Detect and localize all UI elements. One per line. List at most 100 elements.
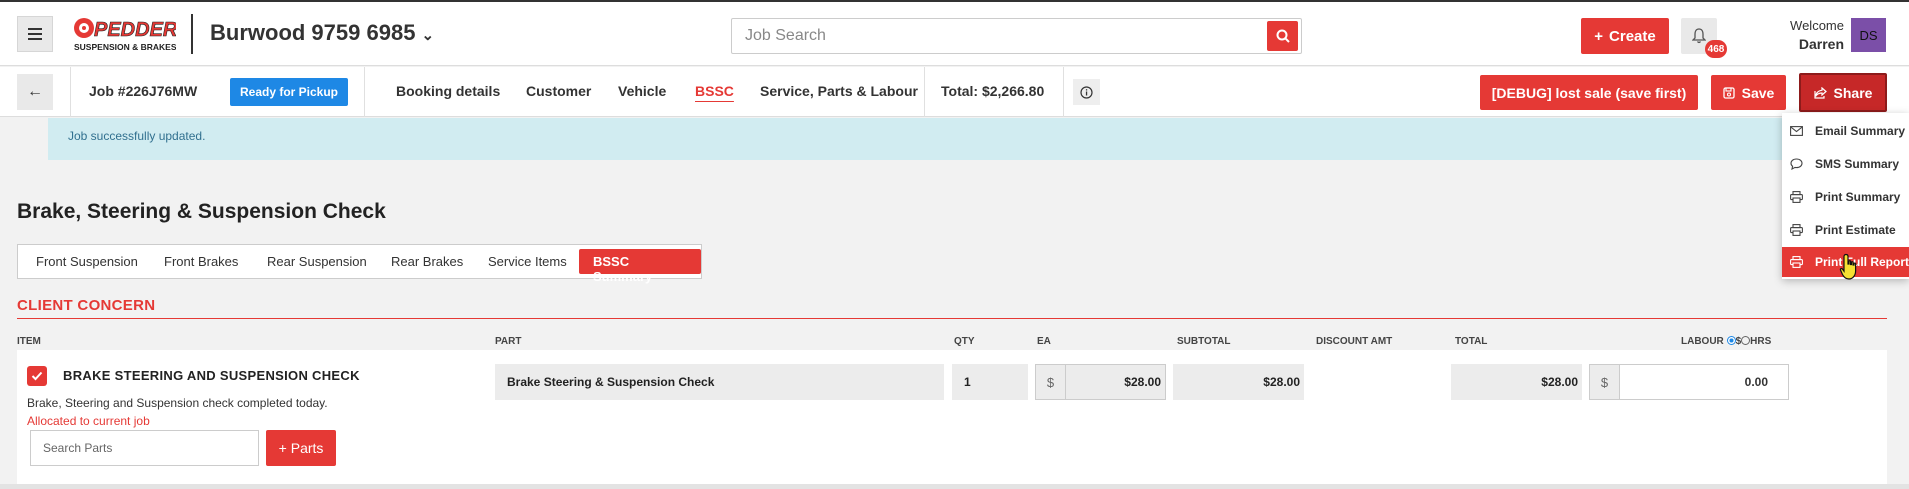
parts-label: Parts: [290, 440, 324, 456]
tab-vehicle[interactable]: Vehicle: [618, 83, 666, 99]
item-checkbox[interactable]: [27, 366, 47, 386]
page-title: Brake, Steering & Suspension Check: [17, 200, 386, 223]
debug-lost-sale-button[interactable]: [DEBUG] lost sale (save first): [1480, 75, 1698, 110]
subtotal-field: $28.00: [1173, 364, 1304, 400]
chat-bubble-icon: [1790, 158, 1803, 170]
bottom-strip: [0, 484, 1909, 489]
job-total: Total: $2,266.80: [941, 83, 1045, 99]
envelope-icon: [1790, 126, 1803, 136]
save-button[interactable]: Save: [1711, 75, 1786, 110]
col-qty: QTY: [954, 336, 975, 347]
printer-icon: [1790, 224, 1803, 236]
check-icon: [31, 371, 43, 381]
menu-icon[interactable]: [17, 16, 53, 52]
search-parts-input[interactable]: [31, 431, 258, 465]
arrow-left-icon: ←: [27, 83, 43, 100]
logo-divider: [191, 14, 193, 54]
create-label: Create: [1609, 27, 1656, 45]
labour-dollar-radio[interactable]: [1726, 336, 1736, 345]
part-field[interactable]: Brake Steering & Suspension Check: [495, 364, 944, 400]
save-icon: [1722, 86, 1735, 99]
col-labour: LABOUR $ HRS: [1681, 336, 1771, 347]
share-menu-print-summary[interactable]: Print Summary: [1782, 182, 1909, 212]
share-menu-label: Print Summary: [1815, 190, 1901, 204]
share-menu-label: SMS Summary: [1815, 157, 1900, 171]
plus-icon: +: [278, 440, 287, 456]
col-ea: EA: [1037, 336, 1051, 347]
hand-cursor-icon: [1839, 253, 1857, 280]
notification-badge: 468: [1705, 40, 1727, 58]
logo-line1: PEDDERS: [94, 19, 176, 41]
info-button[interactable]: [1073, 79, 1100, 105]
user-name: Darren: [1798, 36, 1844, 52]
create-button[interactable]: + Create: [1581, 18, 1669, 54]
share-menu-sms-summary[interactable]: SMS Summary: [1782, 149, 1909, 179]
printer-icon: [1790, 256, 1803, 268]
tab-customer[interactable]: Customer: [526, 83, 591, 99]
store-selector[interactable]: Burwood 9759 6985 ⌄: [210, 20, 434, 46]
share-menu-label: Print Full Report: [1815, 255, 1909, 269]
divider: [924, 67, 925, 117]
job-search-input[interactable]: [732, 19, 1262, 53]
job-bar: ← Job #226J76MW Ready for Pickup Booking…: [0, 67, 1909, 117]
save-label: Save: [1741, 84, 1775, 101]
ea-currency: $: [1035, 364, 1065, 400]
subtab-front-suspension[interactable]: Front Suspension: [36, 254, 138, 269]
avatar[interactable]: DS: [1851, 18, 1886, 52]
logo-line2: SUSPENSION & BRAKES: [74, 42, 176, 52]
col-item: ITEM: [17, 336, 41, 347]
col-part: PART: [495, 336, 522, 347]
welcome-text: Welcome: [1790, 18, 1844, 33]
item-name: BRAKE STEERING AND SUSPENSION CHECK: [63, 368, 360, 383]
share-menu-label: Email Summary: [1815, 124, 1906, 138]
search-button[interactable]: [1267, 21, 1298, 51]
ea-field[interactable]: $28.00: [1065, 364, 1166, 400]
job-number: Job #226J76MW: [89, 83, 198, 99]
divider: [70, 67, 71, 117]
labour-hrs-label: HRS: [1750, 336, 1772, 347]
labour-field[interactable]: 0.00: [1619, 364, 1789, 400]
item-description: Brake, Steering and Suspension check com…: [27, 396, 328, 410]
subtab-rear-suspension[interactable]: Rear Suspension: [267, 254, 367, 269]
back-button[interactable]: ←: [17, 74, 53, 110]
share-menu-print-estimate[interactable]: Print Estimate: [1782, 215, 1909, 245]
status-badge[interactable]: Ready for Pickup: [230, 78, 348, 106]
info-icon: [1080, 85, 1093, 99]
bell-icon: [1692, 28, 1706, 44]
share-menu-label: Print Estimate: [1815, 223, 1896, 237]
qty-field[interactable]: 1: [952, 364, 1028, 400]
search-icon: [1276, 29, 1290, 43]
col-labour-label: LABOUR: [1681, 336, 1724, 347]
labour-hrs-radio[interactable]: [1741, 336, 1751, 345]
tab-booking-details[interactable]: Booking details: [396, 83, 500, 99]
pedders-logo[interactable]: PEDDERS SUSPENSION & BRAKES: [72, 14, 192, 54]
section-title: CLIENT CONCERN: [17, 297, 156, 314]
tab-bssc[interactable]: BSSC: [695, 83, 734, 99]
bssc-subtabs: Front Suspension Front Brakes Rear Suspe…: [17, 244, 702, 284]
plus-icon: +: [1594, 27, 1604, 45]
share-label: Share: [1833, 84, 1873, 101]
divider: [364, 67, 365, 117]
add-parts-button[interactable]: + Parts: [266, 430, 336, 466]
divider: [1063, 67, 1064, 117]
store-name: Burwood 9759 6985: [210, 20, 416, 45]
section-divider: [17, 318, 1887, 319]
tab-service-parts-labour[interactable]: Service, Parts & Labour: [760, 83, 918, 99]
success-alert: Job successfully updated.: [48, 118, 1888, 160]
share-menu-email-summary[interactable]: Email Summary: [1782, 116, 1909, 146]
share-button[interactable]: Share: [1799, 73, 1887, 112]
item-allocation: Allocated to current job: [27, 414, 150, 428]
col-subtotal: SUBTOTAL: [1177, 336, 1231, 347]
printer-icon: [1790, 191, 1803, 203]
top-bar: PEDDERS SUSPENSION & BRAKES Burwood 9759…: [0, 0, 1909, 66]
total-field: $28.00: [1451, 364, 1582, 400]
col-total: TOTAL: [1455, 336, 1488, 347]
chevron-down-icon: ⌄: [421, 27, 435, 44]
subtab-bssc-summary[interactable]: BSSC Summary: [579, 249, 701, 284]
subtab-front-brakes[interactable]: Front Brakes: [164, 254, 238, 269]
subtab-service-items[interactable]: Service Items: [488, 254, 567, 269]
share-icon: [1813, 86, 1827, 99]
col-discount: DISCOUNT AMT: [1316, 336, 1393, 347]
subtab-rear-brakes[interactable]: Rear Brakes: [391, 254, 463, 269]
search-parts: [30, 430, 259, 466]
